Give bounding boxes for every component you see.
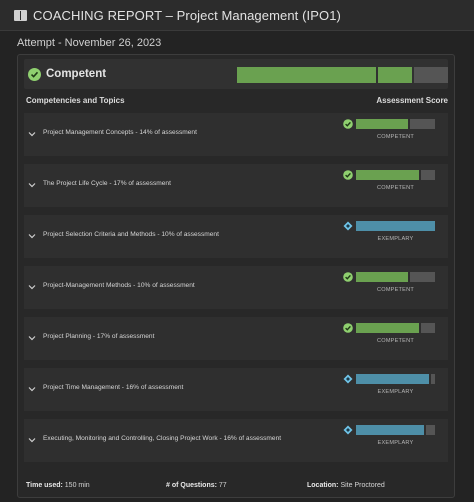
topic-label: Project-Management Methods - 10% of asse… <box>43 282 195 289</box>
check-icon <box>343 119 353 129</box>
book-icon <box>14 9 27 21</box>
topic-score-bar <box>356 272 435 282</box>
topic-status: EXEMPLARY <box>377 389 414 395</box>
overall-score-bar <box>237 67 448 83</box>
score-bar-track <box>419 323 435 333</box>
chevron-down-icon[interactable] <box>28 284 36 290</box>
topic-score-bar <box>356 221 435 231</box>
time-used: Time used: 150 min <box>26 482 90 489</box>
overall-bar-segment <box>237 67 377 83</box>
score-bar-fill <box>356 221 435 231</box>
topics-column-header: Competencies and Topics <box>26 96 125 105</box>
check-icon <box>343 272 353 282</box>
topic-row[interactable]: Project-Management Methods - 10% of asse… <box>24 266 448 309</box>
check-icon <box>343 170 353 180</box>
topic-score-bar <box>356 119 435 129</box>
topic-status: EXEMPLARY <box>377 236 414 242</box>
score-bar-track <box>408 119 435 129</box>
topic-label: Project Planning - 17% of assessment <box>43 333 155 340</box>
topic-status: COMPETENT <box>377 338 414 344</box>
topic-score-bar <box>356 323 435 333</box>
score-bar-fill <box>356 170 420 180</box>
topic-label: Executing, Monitoring and Controlling, C… <box>43 435 282 442</box>
topic-row[interactable]: Project Planning - 17% of assessment COMP… <box>24 317 448 360</box>
topic-row[interactable]: The Project Life Cycle - 17% of assessme… <box>24 164 448 207</box>
report-card: Competent Competencies and Topics Assess… <box>17 54 455 498</box>
topic-label: Project Selection Criteria and Methods -… <box>43 231 219 238</box>
diamond-icon <box>343 425 353 435</box>
topic-label: Project Time Management - 16% of assessm… <box>43 384 184 391</box>
overall-bar-segment <box>376 67 413 83</box>
topic-label: The Project Life Cycle - 17% of assessme… <box>43 180 171 187</box>
score-bar-track <box>408 272 435 282</box>
location: Location: Site Proctored <box>307 482 385 489</box>
report-footer: Time used: 150 min # of Questions: 77 Lo… <box>24 475 448 497</box>
topic-status: COMPETENT <box>377 134 414 140</box>
check-icon <box>28 67 41 81</box>
topic-score-bar <box>356 425 435 435</box>
report-title: COACHING REPORT – Project Management (IP… <box>33 7 341 23</box>
score-bar-fill <box>356 119 409 129</box>
chevron-down-icon[interactable] <box>28 437 36 443</box>
topic-score-bar <box>356 374 435 384</box>
score-column-header: Assessment Score <box>376 96 448 105</box>
chevron-down-icon[interactable] <box>28 386 36 392</box>
diamond-icon <box>343 374 353 384</box>
topic-score-bar <box>356 170 435 180</box>
topic-status: COMPETENT <box>377 287 414 293</box>
score-bar-fill <box>356 272 409 282</box>
chevron-down-icon[interactable] <box>28 233 36 239</box>
topic-status: EXEMPLARY <box>377 440 414 446</box>
topic-status: COMPETENT <box>377 185 414 191</box>
overall-bar-segment <box>412 67 448 83</box>
diamond-icon <box>343 221 353 231</box>
score-bar-fill <box>356 425 424 435</box>
topic-row[interactable]: Project Time Management - 16% of assessm… <box>24 368 448 411</box>
topic-row[interactable]: Project Selection Criteria and Methods -… <box>24 215 448 258</box>
topic-row[interactable]: Executing, Monitoring and Controlling, C… <box>24 419 448 462</box>
score-bar-fill <box>356 323 420 333</box>
chevron-down-icon[interactable] <box>28 182 36 188</box>
chevron-down-icon[interactable] <box>28 335 36 341</box>
score-bar-track <box>419 170 435 180</box>
column-headers: Competencies and Topics Assessment Score <box>26 96 448 108</box>
check-icon <box>343 323 353 333</box>
topic-row[interactable]: Project Management Concepts - 14% of ass… <box>24 113 448 156</box>
report-header: COACHING REPORT – Project Management (IP… <box>0 0 474 31</box>
score-bar-fill <box>356 374 429 384</box>
chevron-down-icon[interactable] <box>28 131 36 137</box>
attempt-date: Attempt - November 26, 2023 <box>17 37 162 49</box>
overall-summary: Competent <box>24 59 448 89</box>
topic-label: Project Management Concepts - 14% of ass… <box>43 129 197 136</box>
question-count: # of Questions: 77 <box>166 482 227 489</box>
score-bar-track <box>428 374 435 384</box>
overall-status: Competent <box>46 68 107 80</box>
score-bar-track <box>423 425 435 435</box>
